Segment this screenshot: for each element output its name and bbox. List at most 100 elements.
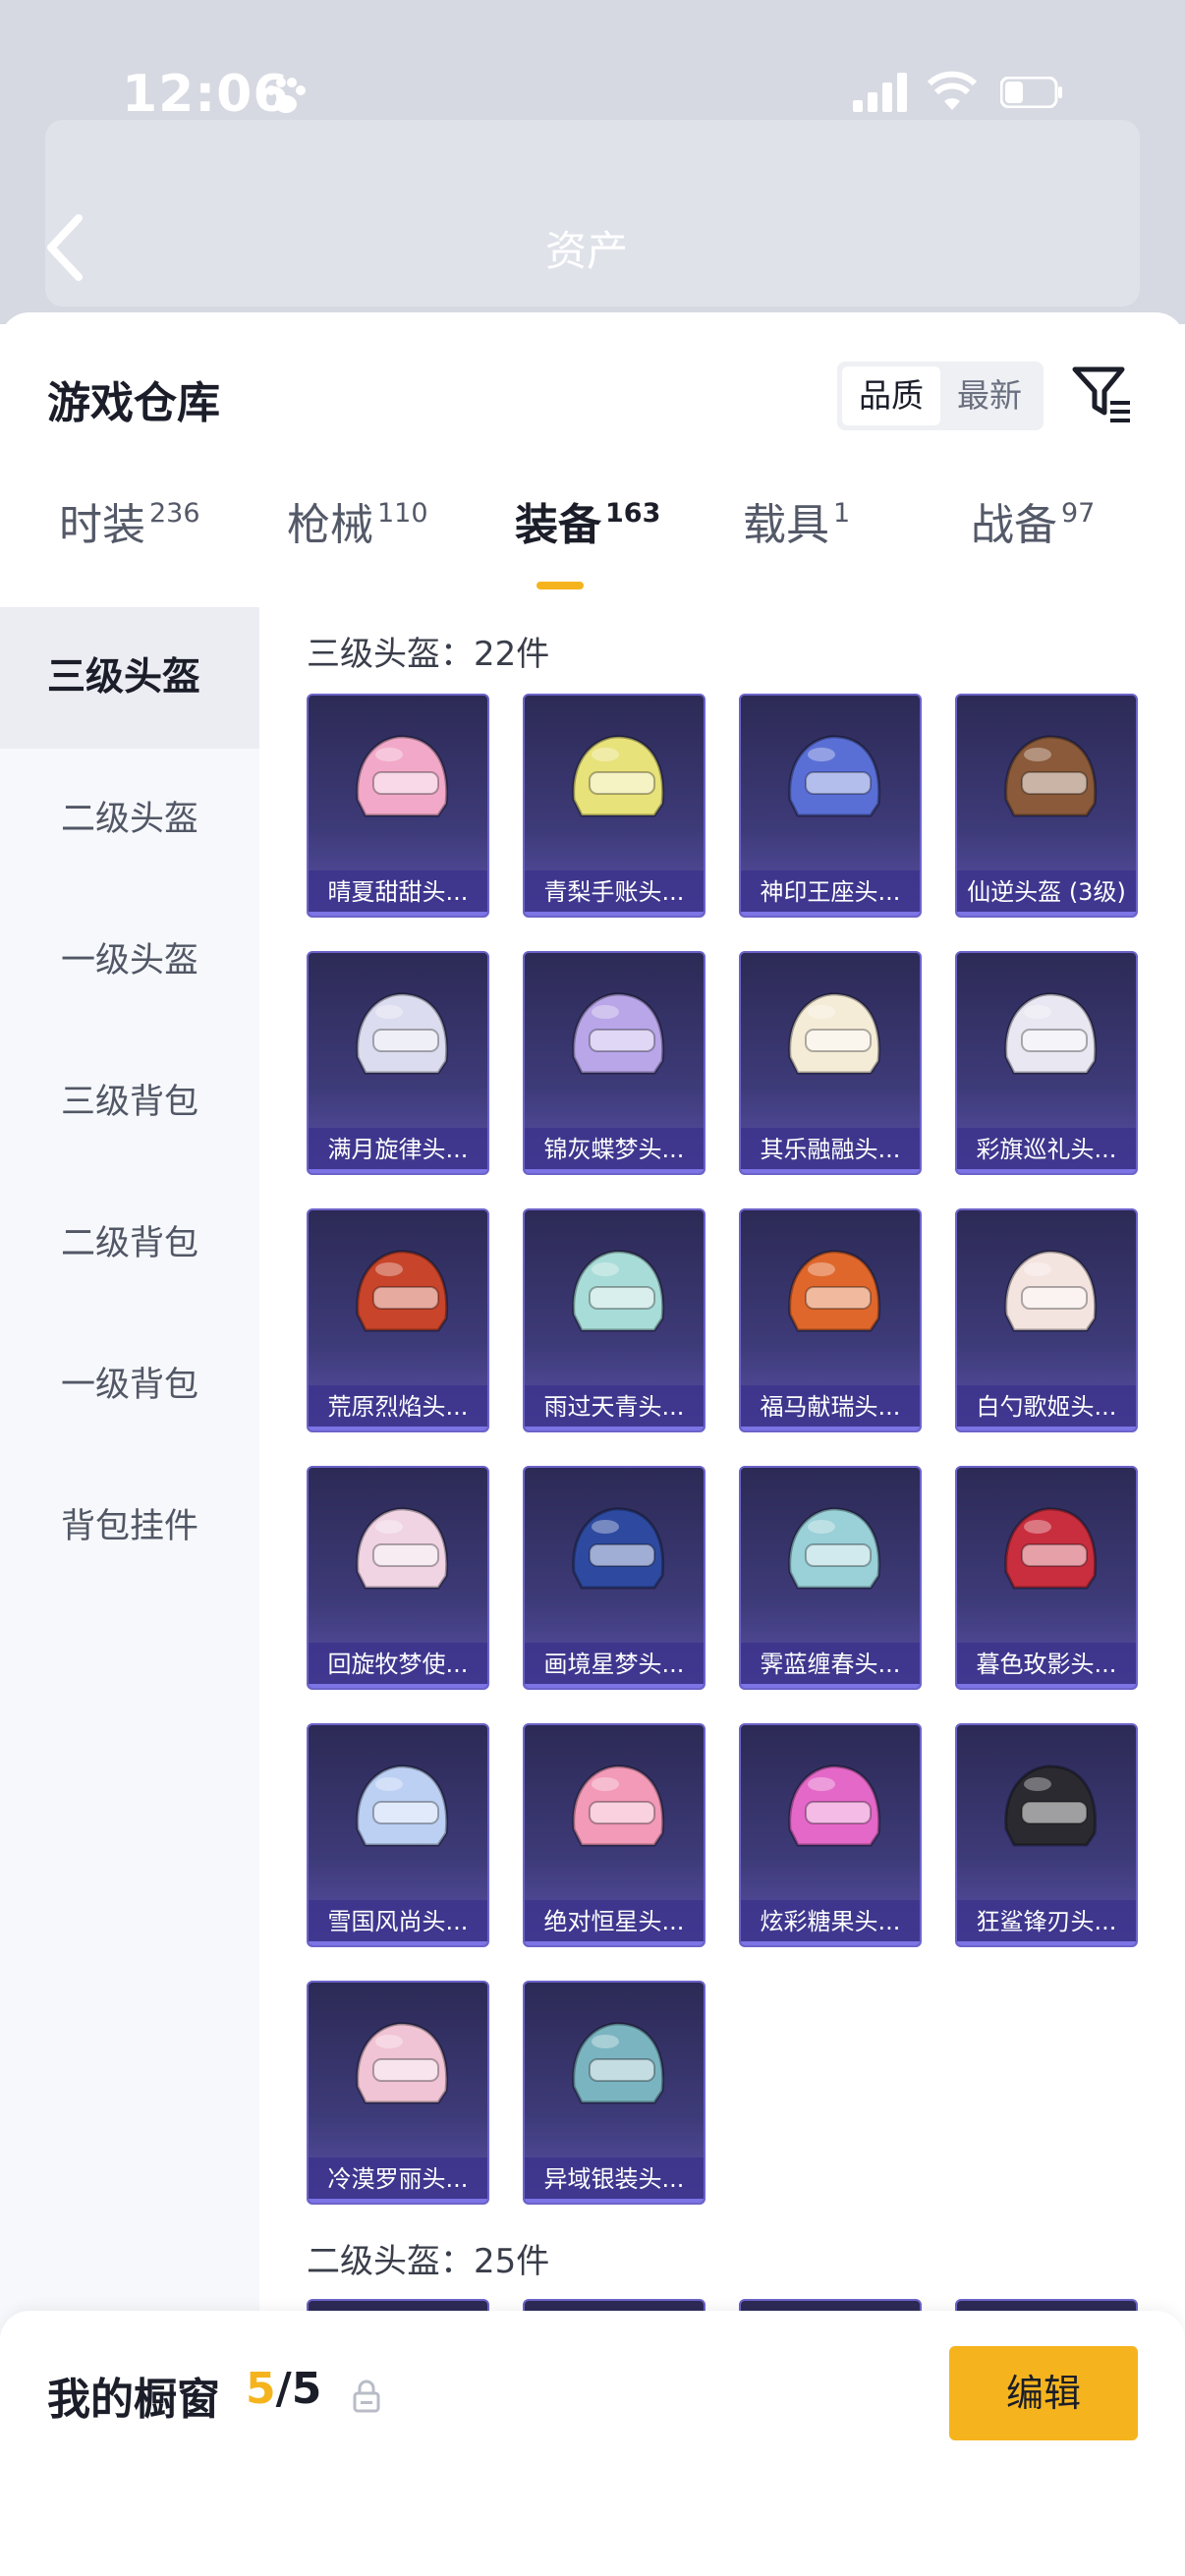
- subcategory-level2-backpack[interactable]: 二级背包: [0, 1173, 259, 1315]
- item-card[interactable]: 荒原烈焰头...: [307, 1208, 489, 1432]
- helmet-icon: [356, 1250, 449, 1332]
- item-grid-area: 三级头盔：22件 晴夏甜甜头... 青梨手账头... 神印王座头... 仙逆头盔 (3…: [259, 607, 1185, 2576]
- tab-fashion[interactable]: 时装 236: [59, 489, 200, 578]
- active-tab-indicator: [536, 582, 584, 589]
- edit-button[interactable]: 编辑: [949, 2346, 1138, 2440]
- helmet-icon: [356, 735, 449, 817]
- item-card[interactable]: 白勺歌姬头...: [955, 1208, 1138, 1432]
- helmet-icon: [356, 2022, 449, 2104]
- item-name: 炫彩糖果头...: [741, 1900, 920, 1945]
- helmet-icon: [572, 1507, 665, 1590]
- subcategory-level3-backpack[interactable]: 三级背包: [0, 1032, 259, 1173]
- tab-label: 时装: [59, 500, 145, 550]
- helmet-icon: [572, 1764, 665, 1847]
- signal-icon: [853, 73, 907, 112]
- item-name: 白勺歌姬头...: [957, 1385, 1136, 1430]
- item-name: 彩旗巡礼头...: [957, 1128, 1136, 1173]
- helmet-icon: [356, 1507, 449, 1590]
- subcategory-level2-helmet[interactable]: 二级头盔: [0, 749, 259, 890]
- item-card[interactable]: 彩旗巡礼头...: [955, 951, 1138, 1175]
- battery-icon: [1000, 77, 1062, 108]
- item-card[interactable]: 福马献瑞头...: [739, 1208, 922, 1432]
- showcase-bar: 我的橱窗 5/5 编辑: [0, 2311, 1185, 2576]
- helmet-icon: [572, 735, 665, 817]
- item-card[interactable]: 仙逆头盔 (3级): [955, 694, 1138, 918]
- showcase-separator: /: [275, 2364, 292, 2414]
- game-warehouse-sheet: 游戏仓库 品质 最新 时装 236 枪械 110 装备 163 载具 1 战备 …: [0, 312, 1185, 2576]
- item-card[interactable]: 晴夏甜甜头...: [307, 694, 489, 918]
- sheet-header: 游戏仓库 品质 最新 时装 236 枪械 110 装备 163 载具 1 战备 …: [0, 312, 1185, 607]
- helmet-icon: [1004, 1507, 1098, 1590]
- background-page-title: 资产: [545, 227, 629, 275]
- item-card[interactable]: 暮色玫影头...: [955, 1466, 1138, 1690]
- showcase-label: 我的橱窗: [47, 2375, 220, 2425]
- item-card[interactable]: 绝对恒星头...: [523, 1723, 705, 1947]
- tab-count: 163: [605, 498, 661, 529]
- tab-vehicles[interactable]: 载具 1: [743, 489, 850, 578]
- tab-weapons[interactable]: 枪械 110: [287, 489, 428, 578]
- tab-label: 战备: [971, 500, 1057, 550]
- helmet-icon: [788, 992, 881, 1075]
- helmet-icon: [1004, 992, 1098, 1075]
- wifi-icon: [928, 71, 977, 110]
- section-title-level2-helmet: 二级头盔：25件: [307, 2242, 550, 2281]
- item-card[interactable]: 雪国风尚头...: [307, 1723, 489, 1947]
- tab-label: 枪械: [287, 500, 373, 550]
- category-tabs: 时装 236 枪械 110 装备 163 载具 1 战备 97: [0, 489, 1185, 597]
- subcategory-list: 三级头盔 二级头盔 一级头盔 三级背包 二级背包 一级背包 背包挂件: [0, 607, 259, 2576]
- item-name: 满月旋律头...: [309, 1128, 487, 1173]
- background-card: [45, 120, 1140, 307]
- section-title-level3-helmet: 三级头盔：22件: [307, 635, 550, 674]
- helmet-icon: [572, 1250, 665, 1332]
- sheet-title: 游戏仓库: [47, 378, 220, 428]
- filter-icon[interactable]: [1071, 362, 1134, 424]
- paw-icon: [266, 78, 306, 113]
- item-card[interactable]: 雨过天青头...: [523, 1208, 705, 1432]
- item-card[interactable]: 锦灰蝶梦头...: [523, 951, 705, 1175]
- tab-count: 97: [1061, 498, 1096, 529]
- sort-toggle: 品质 最新: [837, 362, 1044, 430]
- item-card[interactable]: 异域银装头...: [523, 1981, 705, 2205]
- subcategory-level1-backpack[interactable]: 一级背包: [0, 1315, 259, 1456]
- showcase-current: 5: [246, 2364, 276, 2414]
- item-name: 绝对恒星头...: [525, 1900, 704, 1945]
- item-name: 雨过天青头...: [525, 1385, 704, 1430]
- subcategory-level1-helmet[interactable]: 一级头盔: [0, 890, 259, 1032]
- item-card[interactable]: 青梨手账头...: [523, 694, 705, 918]
- back-arrow-icon[interactable]: [43, 212, 86, 283]
- background-page: 12:06 资产: [0, 0, 1185, 324]
- sort-quality-button[interactable]: 品质: [842, 366, 940, 425]
- item-name: 其乐融融头...: [741, 1128, 920, 1173]
- showcase-count: 5/5: [246, 2364, 321, 2414]
- tab-label: 装备: [515, 500, 601, 550]
- item-card[interactable]: 霁蓝缠春头...: [739, 1466, 922, 1690]
- item-card[interactable]: 画境星梦头...: [523, 1466, 705, 1690]
- item-card[interactable]: 其乐融融头...: [739, 951, 922, 1175]
- subcategory-backpack-charm[interactable]: 背包挂件: [0, 1456, 259, 1597]
- item-card[interactable]: 神印王座头...: [739, 694, 922, 918]
- subcategory-level3-helmet[interactable]: 三级头盔: [0, 607, 259, 749]
- helmet-icon: [1004, 735, 1098, 817]
- item-name: 狂鲨锋刃头...: [957, 1900, 1136, 1945]
- lock-icon: [353, 2380, 380, 2413]
- item-name: 雪国风尚头...: [309, 1900, 487, 1945]
- item-card[interactable]: 炫彩糖果头...: [739, 1723, 922, 1947]
- item-card[interactable]: 满月旋律头...: [307, 951, 489, 1175]
- tab-equipment[interactable]: 装备 163: [515, 489, 660, 578]
- item-card[interactable]: 狂鲨锋刃头...: [955, 1723, 1138, 1947]
- tab-battle-gear[interactable]: 战备 97: [971, 489, 1095, 578]
- helmet-icon: [788, 735, 881, 817]
- item-name: 神印王座头...: [741, 870, 920, 916]
- helmet-icon: [356, 992, 449, 1075]
- item-name: 霁蓝缠春头...: [741, 1643, 920, 1688]
- item-card[interactable]: 回旋牧梦使...: [307, 1466, 489, 1690]
- item-name: 异域银装头...: [525, 2157, 704, 2203]
- sort-newest-button[interactable]: 最新: [940, 366, 1039, 425]
- helmet-icon: [788, 1507, 881, 1590]
- item-name: 仙逆头盔 (3级): [957, 870, 1136, 916]
- item-card[interactable]: 冷漠罗丽头...: [307, 1981, 489, 2205]
- helmet-icon: [788, 1764, 881, 1847]
- helmet-icon: [1004, 1764, 1098, 1847]
- tab-count: 236: [149, 498, 200, 529]
- item-name: 回旋牧梦使...: [309, 1643, 487, 1688]
